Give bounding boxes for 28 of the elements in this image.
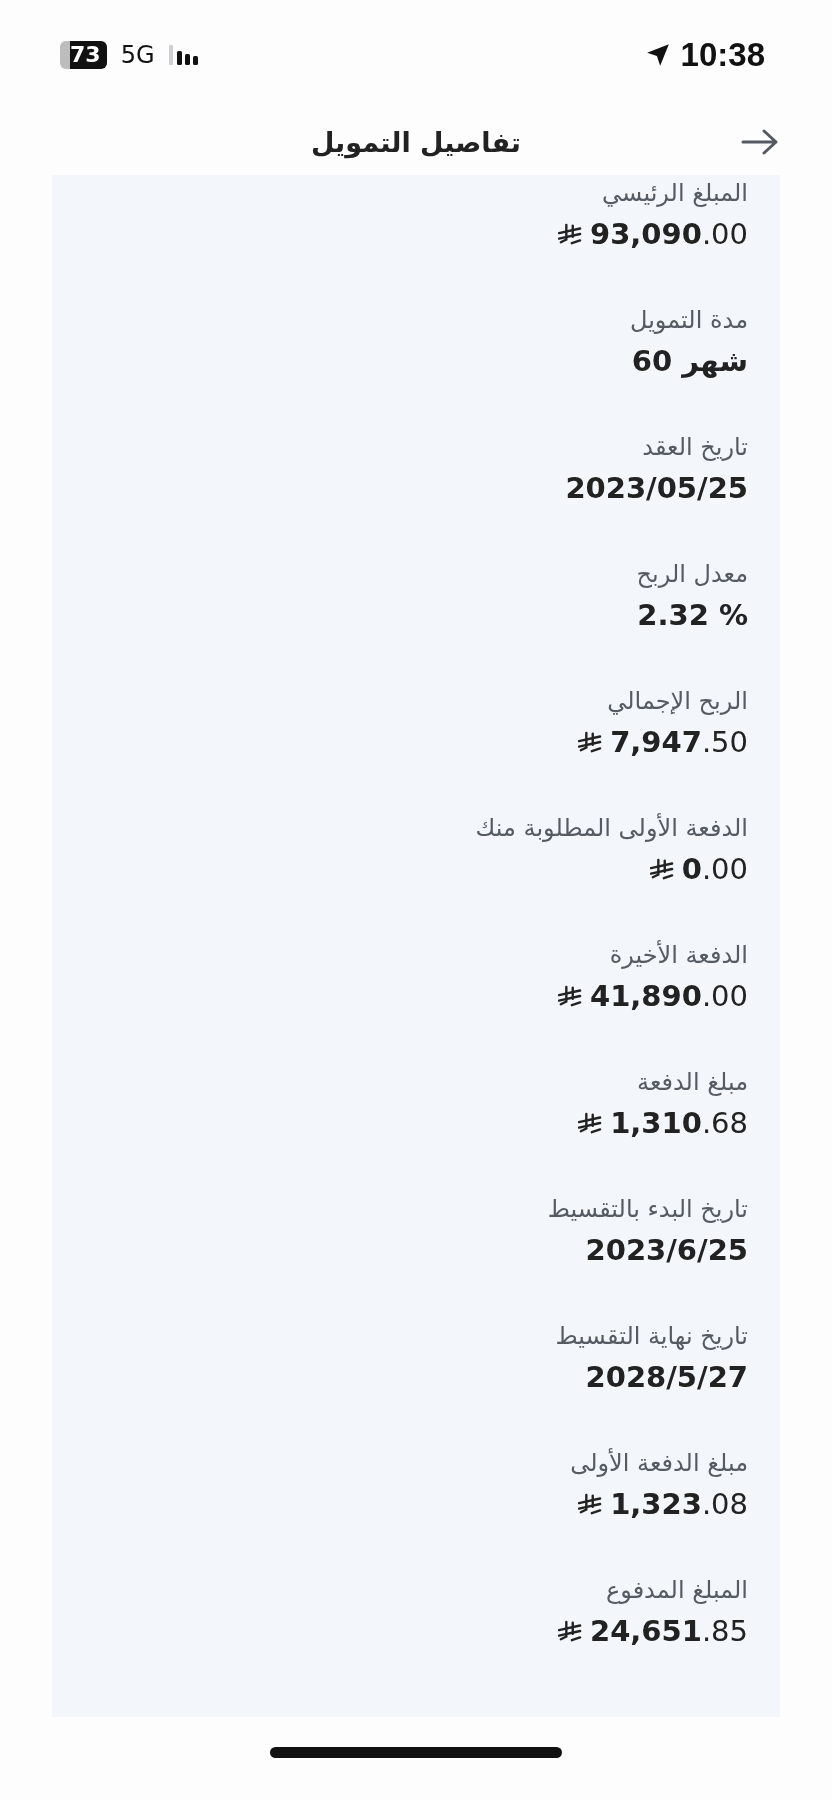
clock-time: 10:38 [680,36,765,74]
detail-label: معدل الربح [636,559,748,590]
detail-label: تاريخ البدء بالتقسيط [547,1194,748,1225]
detail-value: 7,947.50 [610,724,748,761]
detail-value: 24,651.85 [589,1613,748,1650]
detail-value: 2.32 % [637,597,748,634]
detail-value: 2023/6/25 [585,1232,748,1269]
battery-indicator: 73 [60,41,107,69]
network-label: 5G [120,41,155,69]
detail-label: مدة التمويل [630,305,748,336]
detail-label: الربح الإجمالي [607,686,748,717]
detail-label: تاريخ نهاية التقسيط [555,1321,748,1352]
detail-value: 41,890.00 [589,978,748,1015]
detail-value: 1,310.68 [610,1105,748,1142]
detail-label: مبلغ الدفعة الأولى [570,1447,748,1479]
detail-value: 0.00 [681,851,748,888]
detail-label: المبلغ الرئيسي [602,178,748,209]
detail-value: 93,090.00 [589,216,748,253]
detail-label: الدفعة الأخيرة [609,939,748,971]
detail-value: 2023/05/25 [565,470,748,507]
detail-label: تاريخ العقد [642,432,748,463]
detail-label: مبلغ الدفعة [637,1067,748,1098]
detail-value: 1,323.08 [610,1486,748,1523]
detail-value: 2028/5/27 [585,1359,748,1396]
detail-label: الدفعة الأولى المطلوبة منك [475,812,748,844]
page-title: تفاصيل التمويل [311,127,521,158]
detail-label: المبلغ المدفوع [605,1575,748,1606]
detail-value: 60 شهر [631,343,748,380]
